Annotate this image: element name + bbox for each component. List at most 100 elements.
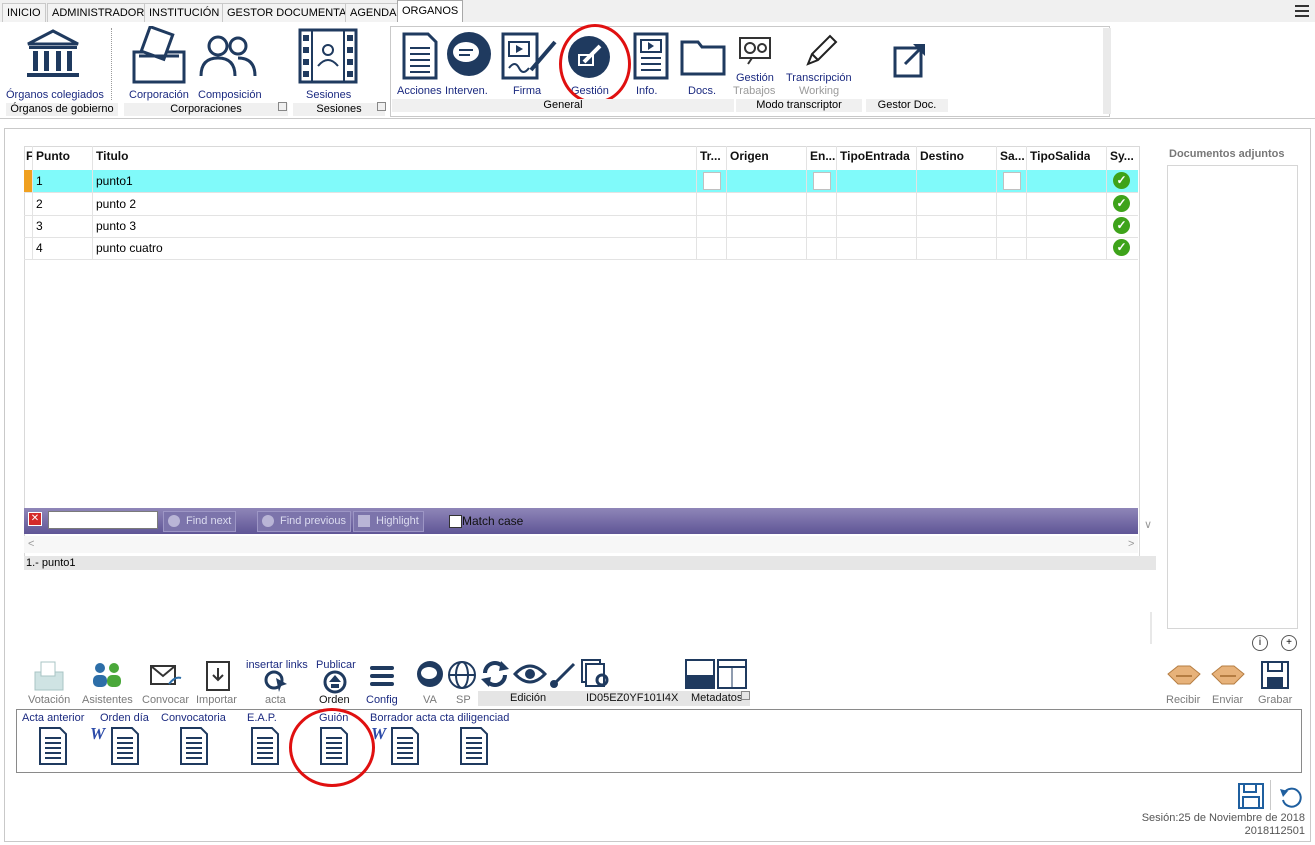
- people-icon[interactable]: [90, 660, 124, 690]
- col-header-tipoentrada[interactable]: TipoEntrada: [840, 149, 910, 163]
- import-document-icon[interactable]: [205, 660, 231, 692]
- tab-inicio[interactable]: INICIO: [2, 3, 46, 22]
- scroll-down-icon[interactable]: ∨: [1144, 518, 1152, 531]
- convocatoria-label[interactable]: Convocatoria: [161, 712, 226, 724]
- gears-settings-icon[interactable]: [738, 36, 774, 66]
- attached-documents-list[interactable]: [1167, 165, 1298, 629]
- folder-icon[interactable]: [680, 38, 726, 76]
- publish-up-icon[interactable]: [322, 670, 348, 694]
- chat-bubbles-icon[interactable]: [445, 32, 495, 80]
- undo-icon[interactable]: [1279, 785, 1303, 809]
- ballot-box-icon[interactable]: [33, 660, 65, 692]
- info-document-icon[interactable]: [633, 32, 669, 80]
- handshake-send-icon[interactable]: [1210, 662, 1246, 688]
- metadatos-launcher-icon[interactable]: [741, 691, 750, 700]
- col-header-tiposalida[interactable]: TipoSalida: [1030, 149, 1090, 163]
- docs-label[interactable]: Docs.: [688, 85, 716, 97]
- refresh-sync-icon[interactable]: [479, 659, 511, 689]
- metadatos-label[interactable]: Metadatos: [691, 692, 742, 704]
- find-input[interactable]: [48, 511, 158, 529]
- table-row[interactable]: [24, 215, 1138, 238]
- scroll-right-icon[interactable]: >: [1128, 538, 1134, 550]
- sesiones-label[interactable]: Sesiones: [306, 89, 351, 101]
- tab-organos[interactable]: ORGANOS: [397, 0, 464, 23]
- chat-va-icon[interactable]: [414, 660, 446, 690]
- document-borrador-icon[interactable]: [390, 726, 420, 766]
- document-acta-anterior-icon[interactable]: [38, 726, 68, 766]
- table-row[interactable]: [24, 193, 1138, 216]
- transcripcion-label-1[interactable]: Transcripción: [786, 72, 852, 84]
- col-header-sa[interactable]: Sa...: [1000, 149, 1026, 163]
- documents-settings-icon[interactable]: [580, 658, 610, 688]
- document-acciones-icon[interactable]: [401, 32, 439, 80]
- checkbox-en[interactable]: [813, 172, 831, 190]
- corporaciones-launcher-icon[interactable]: [278, 102, 287, 111]
- add-icon[interactable]: +: [1281, 635, 1297, 651]
- col-header-sy[interactable]: Sy...: [1110, 149, 1136, 163]
- col-header-tr[interactable]: Tr...: [700, 149, 725, 163]
- highlight-button[interactable]: Highlight: [353, 511, 424, 532]
- hamburger-menu-icon[interactable]: [1295, 2, 1309, 18]
- gestion-trabajos-label-1[interactable]: Gestión: [736, 72, 774, 84]
- orden-label[interactable]: Orden: [319, 694, 350, 706]
- checkbox-sa[interactable]: [1003, 172, 1021, 190]
- brush-edit-icon[interactable]: [548, 660, 578, 688]
- info-icon[interactable]: i: [1252, 635, 1268, 651]
- users-icon[interactable]: [198, 34, 258, 78]
- document-eap-icon[interactable]: [250, 726, 280, 766]
- col-header-destino[interactable]: Destino: [920, 149, 964, 163]
- film-session-icon[interactable]: [298, 28, 358, 84]
- metadatos-layout-icon[interactable]: [685, 659, 749, 691]
- composicion-label[interactable]: Composición: [198, 89, 262, 101]
- checkbox-tr[interactable]: [703, 172, 721, 190]
- institution-building-icon[interactable]: [24, 28, 82, 82]
- tab-institucion[interactable]: INSTITUCIÓN: [144, 3, 225, 22]
- list-config-icon[interactable]: [368, 663, 396, 689]
- save-session-icon[interactable]: [1237, 782, 1265, 810]
- find-next-button[interactable]: Find next: [163, 511, 237, 532]
- col-header-en[interactable]: En...: [810, 149, 836, 163]
- save-floppy-icon[interactable]: [1260, 660, 1290, 690]
- grabar-label[interactable]: Grabar: [1258, 694, 1292, 706]
- eye-icon[interactable]: [513, 662, 547, 686]
- find-previous-button[interactable]: Find previous: [257, 511, 352, 532]
- organos-colegiados-label[interactable]: Órganos colegiados: [6, 89, 104, 101]
- col-header-origen[interactable]: Origen: [730, 149, 769, 163]
- sesiones-launcher-icon[interactable]: [377, 102, 386, 111]
- corporacion-label[interactable]: Corporación: [129, 89, 189, 101]
- info-label[interactable]: Info.: [636, 85, 657, 97]
- tab-agenda[interactable]: AGENDA: [345, 3, 402, 22]
- enviar-label[interactable]: Enviar: [1212, 694, 1243, 706]
- cursor-link-icon[interactable]: [263, 670, 289, 692]
- convocar-label[interactable]: Convocar: [142, 694, 189, 706]
- col-header-titulo[interactable]: Titulo: [96, 149, 128, 163]
- firma-signature-icon[interactable]: [501, 32, 559, 80]
- scroll-left-icon[interactable]: <: [28, 538, 34, 550]
- interven-label[interactable]: Interven.: [445, 85, 488, 97]
- borrador-label[interactable]: Borrador acta cta diligenciad: [370, 712, 509, 724]
- va-label[interactable]: VA: [423, 694, 437, 706]
- horizontal-scrollbar[interactable]: [24, 536, 1138, 553]
- pencil-icon[interactable]: [804, 32, 838, 68]
- match-case-checkbox[interactable]: [449, 515, 462, 528]
- tab-administrador[interactable]: ADMINISTRADOR: [47, 3, 150, 22]
- acta-label[interactable]: acta: [265, 694, 286, 706]
- recibir-label[interactable]: Recibir: [1166, 694, 1200, 706]
- eap-label[interactable]: E.A.P.: [247, 712, 277, 724]
- sp-label[interactable]: SP: [456, 694, 471, 706]
- envelope-forward-icon[interactable]: [149, 662, 183, 690]
- asistentes-label[interactable]: Asistentes: [82, 694, 133, 706]
- document-diligencia-icon[interactable]: [459, 726, 489, 766]
- export-document-icon[interactable]: [893, 42, 927, 78]
- close-icon[interactable]: ✕: [28, 512, 42, 526]
- table-row[interactable]: [24, 170, 1138, 193]
- orden-dia-label[interactable]: Orden día: [100, 712, 149, 724]
- ballot-box-icon[interactable]: [131, 26, 187, 84]
- document-convocatoria-icon[interactable]: [179, 726, 209, 766]
- document-orden-dia-icon[interactable]: [110, 726, 140, 766]
- ribbon-scrollbar[interactable]: [1103, 28, 1111, 114]
- tab-gestor-documental[interactable]: GESTOR DOCUMENTAL: [222, 3, 358, 22]
- col-header-punto[interactable]: Punto: [36, 149, 70, 163]
- table-row[interactable]: [24, 237, 1138, 260]
- acciones-label[interactable]: Acciones: [397, 85, 442, 97]
